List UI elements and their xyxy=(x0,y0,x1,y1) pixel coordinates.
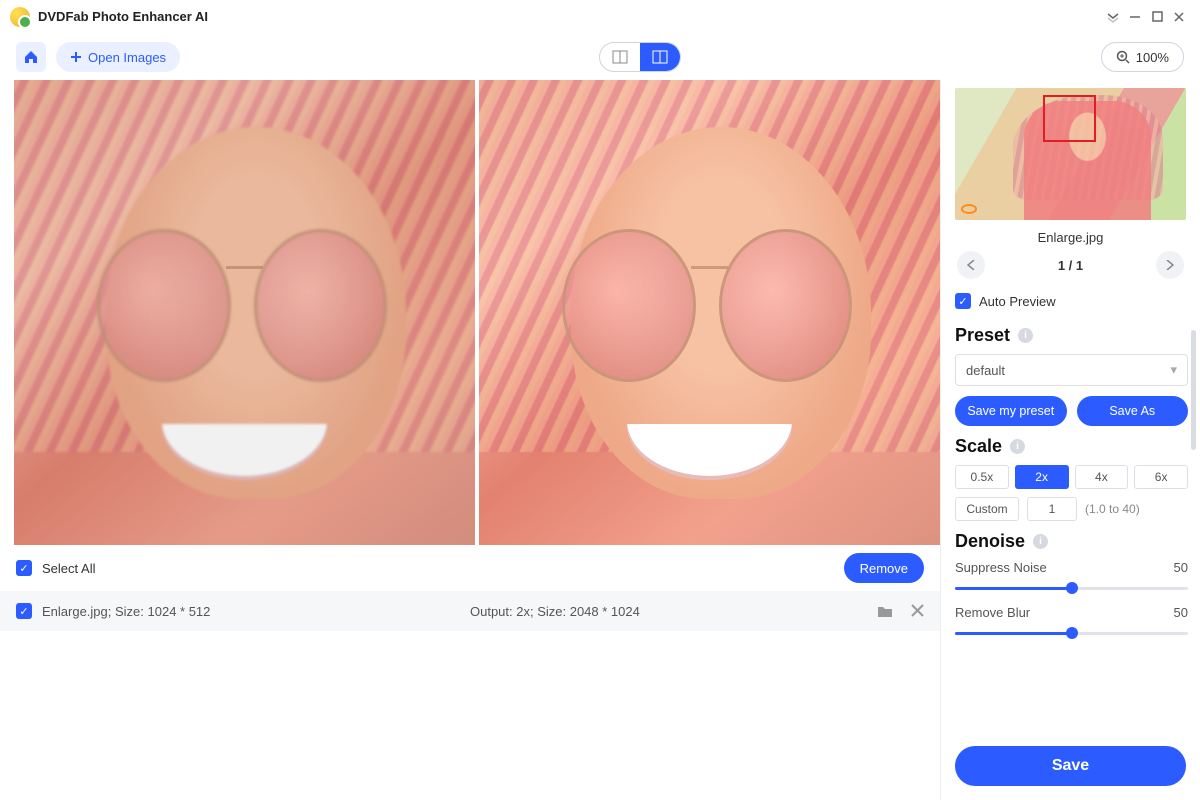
suppress-noise-slider[interactable] xyxy=(955,581,1188,595)
file-row[interactable]: ✓ Enlarge.jpg; Size: 1024 * 512 Output: … xyxy=(0,591,940,631)
crop-region-indicator[interactable] xyxy=(1043,95,1096,143)
image-counter: 1 / 1 xyxy=(1058,258,1083,273)
dropdown-window-icon[interactable] xyxy=(1102,6,1124,28)
file-checkbox[interactable]: ✓ xyxy=(16,603,32,619)
scale-range-hint: (1.0 to 40) xyxy=(1085,502,1140,516)
output-info-label: Output: 2x; Size: 2048 * 1024 xyxy=(470,604,640,619)
remove-blur-slider[interactable] xyxy=(955,626,1188,640)
preview-area xyxy=(0,80,940,545)
scale-options: 0.5x 2x 4x 6x xyxy=(955,465,1188,489)
minimize-icon[interactable] xyxy=(1124,6,1146,28)
remove-blur-value: 50 xyxy=(1174,605,1188,620)
save-button[interactable]: Save xyxy=(955,746,1186,786)
preset-select[interactable]: default xyxy=(955,354,1188,386)
current-filename: Enlarge.jpg xyxy=(955,220,1186,251)
thumbnail-navigator[interactable] xyxy=(955,88,1186,220)
close-icon[interactable] xyxy=(1168,6,1190,28)
eye-icon xyxy=(961,204,977,214)
next-image-button[interactable] xyxy=(1156,251,1184,279)
view-mode-segment xyxy=(599,42,681,72)
remove-button[interactable]: Remove xyxy=(844,553,924,583)
folder-icon[interactable] xyxy=(877,604,893,618)
scale-option-0-5x[interactable]: 0.5x xyxy=(955,465,1009,489)
scale-option-4x[interactable]: 4x xyxy=(1075,465,1129,489)
split-view-button[interactable] xyxy=(640,43,680,71)
info-icon[interactable]: i xyxy=(1010,439,1025,454)
maximize-icon[interactable] xyxy=(1146,6,1168,28)
select-all-label: Select All xyxy=(42,561,95,576)
open-images-label: Open Images xyxy=(88,50,166,65)
scale-option-2x[interactable]: 2x xyxy=(1015,465,1069,489)
preset-section-title: Preset i xyxy=(955,325,1188,346)
enhanced-image-preview[interactable] xyxy=(479,80,940,545)
file-info-label: Enlarge.jpg; Size: 1024 * 512 xyxy=(42,604,210,619)
image-nav: 1 / 1 xyxy=(955,251,1186,287)
auto-preview-label: Auto Preview xyxy=(979,294,1056,309)
toolbar: Open Images 100% xyxy=(0,34,1200,80)
zoom-button[interactable]: 100% xyxy=(1101,42,1184,72)
delete-row-icon[interactable] xyxy=(911,604,924,618)
title-bar: DVDFab Photo Enhancer AI xyxy=(0,0,1200,34)
suppress-noise-value: 50 xyxy=(1174,560,1188,575)
home-button[interactable] xyxy=(16,42,46,72)
magnifier-icon xyxy=(1116,50,1130,64)
scale-custom-input[interactable] xyxy=(1027,497,1077,521)
scale-option-6x[interactable]: 6x xyxy=(1134,465,1188,489)
info-icon[interactable]: i xyxy=(1033,534,1048,549)
suppress-noise-label: Suppress Noise xyxy=(955,560,1047,575)
save-as-preset-button[interactable]: Save As xyxy=(1077,396,1189,426)
app-logo-icon xyxy=(10,7,30,27)
denoise-section-title: Denoise i xyxy=(955,531,1188,552)
settings-panel: Enlarge.jpg 1 / 1 ✓ Auto Preview Preset … xyxy=(940,80,1200,800)
remove-blur-label: Remove Blur xyxy=(955,605,1030,620)
save-my-preset-button[interactable]: Save my preset xyxy=(955,396,1067,426)
single-view-button[interactable] xyxy=(600,43,640,71)
scale-custom-button[interactable]: Custom xyxy=(955,497,1019,521)
prev-image-button[interactable] xyxy=(957,251,985,279)
app-title: DVDFab Photo Enhancer AI xyxy=(38,9,208,24)
info-icon[interactable]: i xyxy=(1018,328,1033,343)
scale-section-title: Scale i xyxy=(955,436,1188,457)
zoom-label: 100% xyxy=(1136,50,1169,65)
auto-preview-checkbox[interactable]: ✓ xyxy=(955,293,971,309)
select-all-checkbox[interactable]: ✓ xyxy=(16,560,32,576)
list-controls: ✓ Select All Remove xyxy=(0,545,940,591)
plus-icon xyxy=(70,51,82,63)
open-images-button[interactable]: Open Images xyxy=(56,42,180,72)
original-image-preview[interactable] xyxy=(14,80,475,545)
